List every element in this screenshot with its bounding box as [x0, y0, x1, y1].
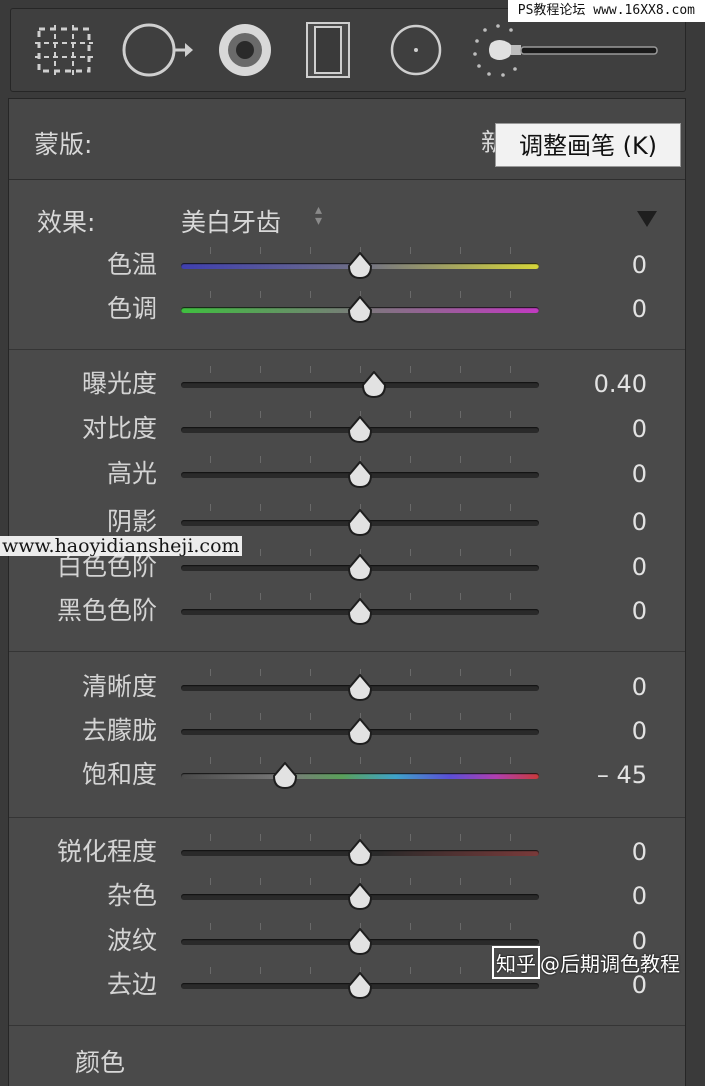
- slider-value[interactable]: – 45: [597, 755, 647, 795]
- slider-value[interactable]: 0.40: [594, 364, 647, 404]
- slider-label: 色温: [106, 250, 157, 279]
- slider-label: 饱和度: [81, 760, 157, 789]
- slider-value[interactable]: 0: [632, 832, 647, 872]
- slider-value[interactable]: 0: [632, 667, 647, 707]
- slider-row: 杂色 0: [9, 876, 685, 916]
- slider-thumb[interactable]: [347, 554, 373, 582]
- watermark-top: PS教程论坛 www.16XX8.com: [507, 0, 705, 22]
- slider-thumb[interactable]: [347, 461, 373, 489]
- slider-label: 去朦胧: [81, 716, 157, 745]
- slider-label: 锐化程度: [56, 837, 157, 866]
- slider-label: 黑色色阶: [56, 596, 157, 625]
- slider-thumb[interactable]: [347, 718, 373, 746]
- divider: [9, 349, 685, 350]
- slider-label: 曝光度: [81, 369, 157, 398]
- divider: [9, 1025, 685, 1026]
- slider-label: 色调: [106, 294, 157, 323]
- slider-thumb[interactable]: [347, 509, 373, 537]
- slider-thumb[interactable]: [272, 762, 298, 790]
- slider-row: 黑色色阶 0: [9, 591, 685, 631]
- slider-row: 高光 0: [9, 454, 685, 494]
- slider-label: 清晰度: [81, 672, 157, 701]
- color-label: 颜色: [75, 1048, 126, 1077]
- spot-removal-icon[interactable]: [121, 21, 195, 83]
- slider-thumb[interactable]: [347, 839, 373, 867]
- slider-thumb[interactable]: [347, 416, 373, 444]
- slider-thumb[interactable]: [347, 928, 373, 956]
- radial-filter-icon[interactable]: [387, 21, 445, 83]
- slider-thumb[interactable]: [347, 598, 373, 626]
- crop-overlay-icon[interactable]: [33, 21, 95, 83]
- slider-value[interactable]: 0: [632, 591, 647, 631]
- slider-row: 曝光度 0.40: [9, 364, 685, 404]
- slider-value[interactable]: 0: [632, 547, 647, 587]
- slider-value[interactable]: 0: [632, 711, 647, 751]
- mask-label: 蒙版:: [34, 130, 93, 159]
- slider-thumb[interactable]: [347, 296, 373, 324]
- adjustment-panel: 蒙版: 新 调整画笔 (K) 效果: 美白牙齿 ▴ ▾ 色温 0 色调 0 曝光度 0.40…: [8, 98, 686, 1086]
- slider-value[interactable]: 0: [632, 409, 647, 449]
- slider-value[interactable]: 0: [632, 245, 647, 285]
- graduated-filter-icon[interactable]: [303, 21, 353, 83]
- collapse-triangle-icon[interactable]: [637, 211, 657, 227]
- effect-label: 效果:: [37, 208, 96, 237]
- slider-thumb[interactable]: [347, 883, 373, 911]
- slider-label: 杂色: [106, 881, 157, 910]
- watermark-bottom: 知乎 @后期调色教程: [492, 946, 680, 979]
- slider-track[interactable]: [181, 382, 539, 388]
- slider-value[interactable]: 0: [632, 289, 647, 329]
- slider-thumb[interactable]: [347, 252, 373, 280]
- slider-row: 锐化程度 0: [9, 832, 685, 872]
- slider-value[interactable]: 0: [632, 502, 647, 542]
- slider-label: 对比度: [81, 414, 157, 443]
- watermark-middle: www.haoyidiansheji.com: [0, 535, 242, 557]
- slider-row: 饱和度 – 45: [9, 755, 685, 795]
- slider-row: 色调 0: [9, 289, 685, 329]
- slider-label: 去边: [106, 970, 157, 999]
- adjustment-brush-icon[interactable]: [469, 21, 669, 83]
- watermark-frame: 知乎: [492, 946, 540, 979]
- divider: [9, 651, 685, 652]
- slider-ticks: [181, 757, 539, 765]
- slider-value[interactable]: 0: [632, 454, 647, 494]
- watermark-text: @后期调色教程: [540, 952, 680, 976]
- slider-row: 对比度 0: [9, 409, 685, 449]
- slider-label: 高光: [106, 459, 157, 488]
- mask-row: 蒙版: 新 调整画笔 (K): [9, 99, 685, 180]
- tooltip-adjustment-brush: 调整画笔 (K): [495, 123, 681, 167]
- divider: [9, 817, 685, 818]
- slider-row: 清晰度 0: [9, 667, 685, 707]
- slider-thumb[interactable]: [347, 674, 373, 702]
- slider-thumb[interactable]: [347, 972, 373, 1000]
- slider-label: 波纹: [106, 926, 157, 955]
- slider-value[interactable]: 0: [632, 876, 647, 916]
- slider-row: 去朦胧 0: [9, 711, 685, 751]
- slider-track[interactable]: [181, 773, 539, 779]
- effect-preset-select[interactable]: 美白牙齿: [181, 203, 281, 239]
- updown-arrows-icon[interactable]: ▴ ▾: [315, 203, 322, 228]
- red-eye-icon[interactable]: [216, 21, 274, 83]
- slider-row: 色温 0: [9, 245, 685, 285]
- slider-thumb[interactable]: [361, 371, 387, 399]
- slider-ticks: [181, 366, 539, 374]
